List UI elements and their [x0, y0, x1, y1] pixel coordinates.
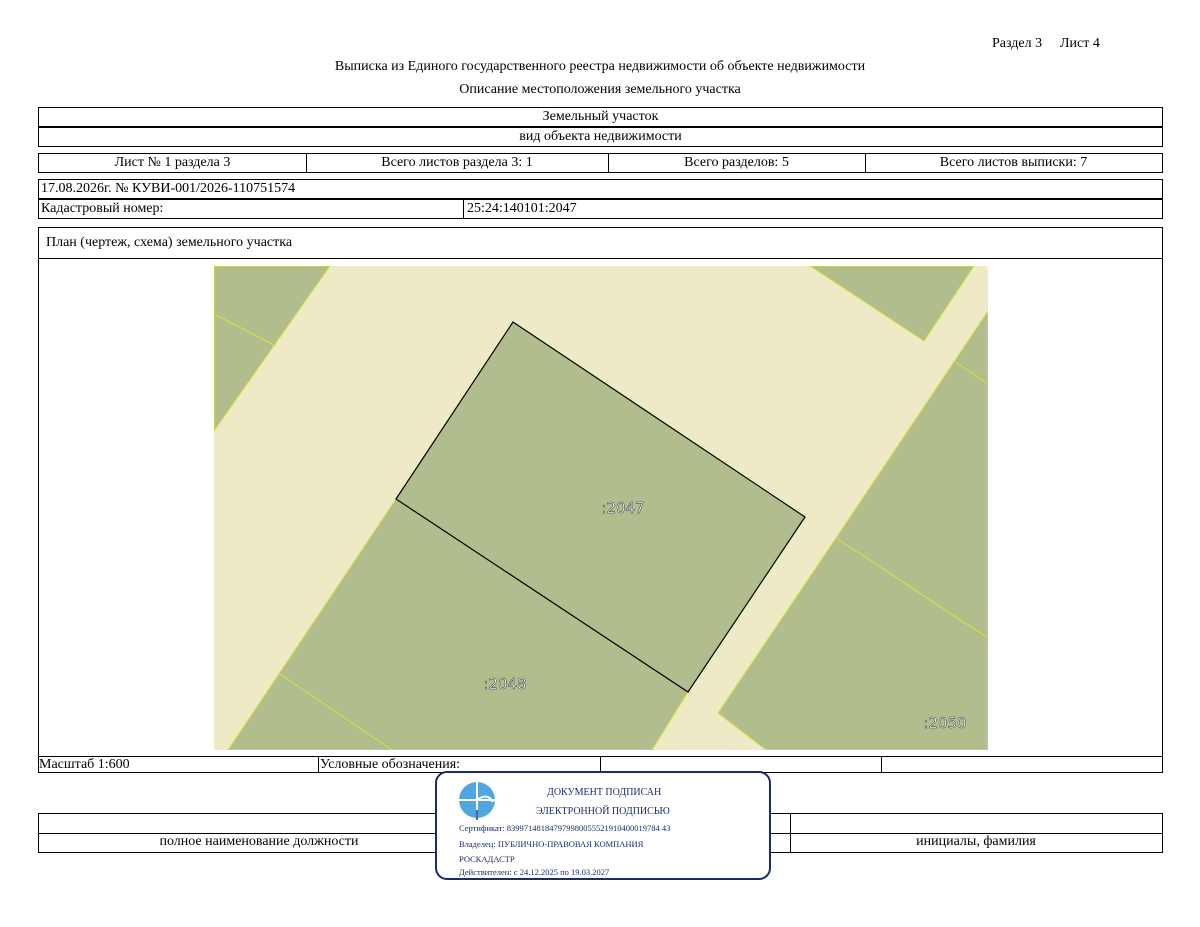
name-caption: инициалы, фамилия	[916, 834, 1036, 849]
document-title: Выписка из Единого государственного реес…	[334, 59, 866, 74]
cadastral-map: :2047 :2048 :2050	[214, 266, 988, 750]
position-caption: полное наименование должности	[159, 834, 359, 849]
total-sheets-section: Всего листов раздела 3: 1	[381, 155, 533, 170]
parcel-label-2050: :2050	[923, 714, 966, 732]
stamp-owner-line2: РОСКАДАСТР	[459, 854, 515, 864]
stamp-valid: Действителен: с 24.12.2025 по 19.03.2027	[459, 867, 610, 877]
rosreestr-emblem-icon	[459, 782, 495, 820]
divider	[318, 757, 319, 772]
document-subtitle: Описание местоположения земельного участ…	[459, 82, 741, 97]
divider	[881, 757, 882, 772]
stamp-line2: ЭЛЕКТРОННОЙ ПОДПИСЬЮ	[536, 806, 670, 817]
parcel-label-2048: :2048	[483, 675, 526, 693]
cadastral-number: 25:24:140101:2047	[467, 201, 577, 216]
stamp-owner-line1: Владелец: ПУБЛИЧНО-ПРАВОВАЯ КОМПАНИЯ	[459, 839, 644, 849]
sheet-number: Лист № 1 раздела 3	[114, 155, 231, 170]
cadastral-label: Кадастровый номер:	[41, 201, 164, 216]
total-sheets-extract: Всего листов выписки: 7	[939, 155, 1088, 170]
extract-number-row: 17.08.2026г. № КУВИ-001/2026-110751574	[38, 179, 1163, 199]
object-type-caption: вид объекта недвижимости	[519, 129, 682, 144]
section-label: Раздел 3	[992, 36, 1043, 51]
stamp-certificate: Сертификат: 8399714818479799800555219104…	[459, 823, 671, 833]
stamp-line1: ДОКУМЕНТ ПОДПИСАН	[547, 787, 662, 798]
sheet-label: Лист 4	[1060, 36, 1100, 51]
divider	[600, 757, 601, 772]
object-type: Земельный участок	[542, 109, 659, 124]
sheet-info-row: Лист № 1 раздела 3 Всего листов раздела …	[38, 153, 1163, 173]
electronic-signature-stamp: ДОКУМЕНТ ПОДПИСАН ЭЛЕКТРОННОЙ ПОДПИСЬЮ С…	[435, 771, 771, 880]
divider	[463, 200, 464, 218]
object-type-caption-row: вид объекта недвижимости	[38, 127, 1163, 147]
total-sections: Всего разделов: 5	[684, 155, 789, 170]
cadastral-row: Кадастровый номер: 25:24:140101:2047	[38, 199, 1163, 219]
legend-label: Условные обозначения:	[320, 756, 461, 772]
plan-title: План (чертеж, схема) земельного участка	[46, 235, 293, 250]
parcel-label-2047: :2047	[601, 499, 644, 517]
extract-date-number: 17.08.2026г. № КУВИ-001/2026-110751574	[41, 181, 296, 196]
scale-label: Масштаб 1:600	[39, 756, 130, 772]
plan-title-divider	[38, 258, 1163, 259]
object-type-row: Земельный участок	[38, 107, 1163, 127]
